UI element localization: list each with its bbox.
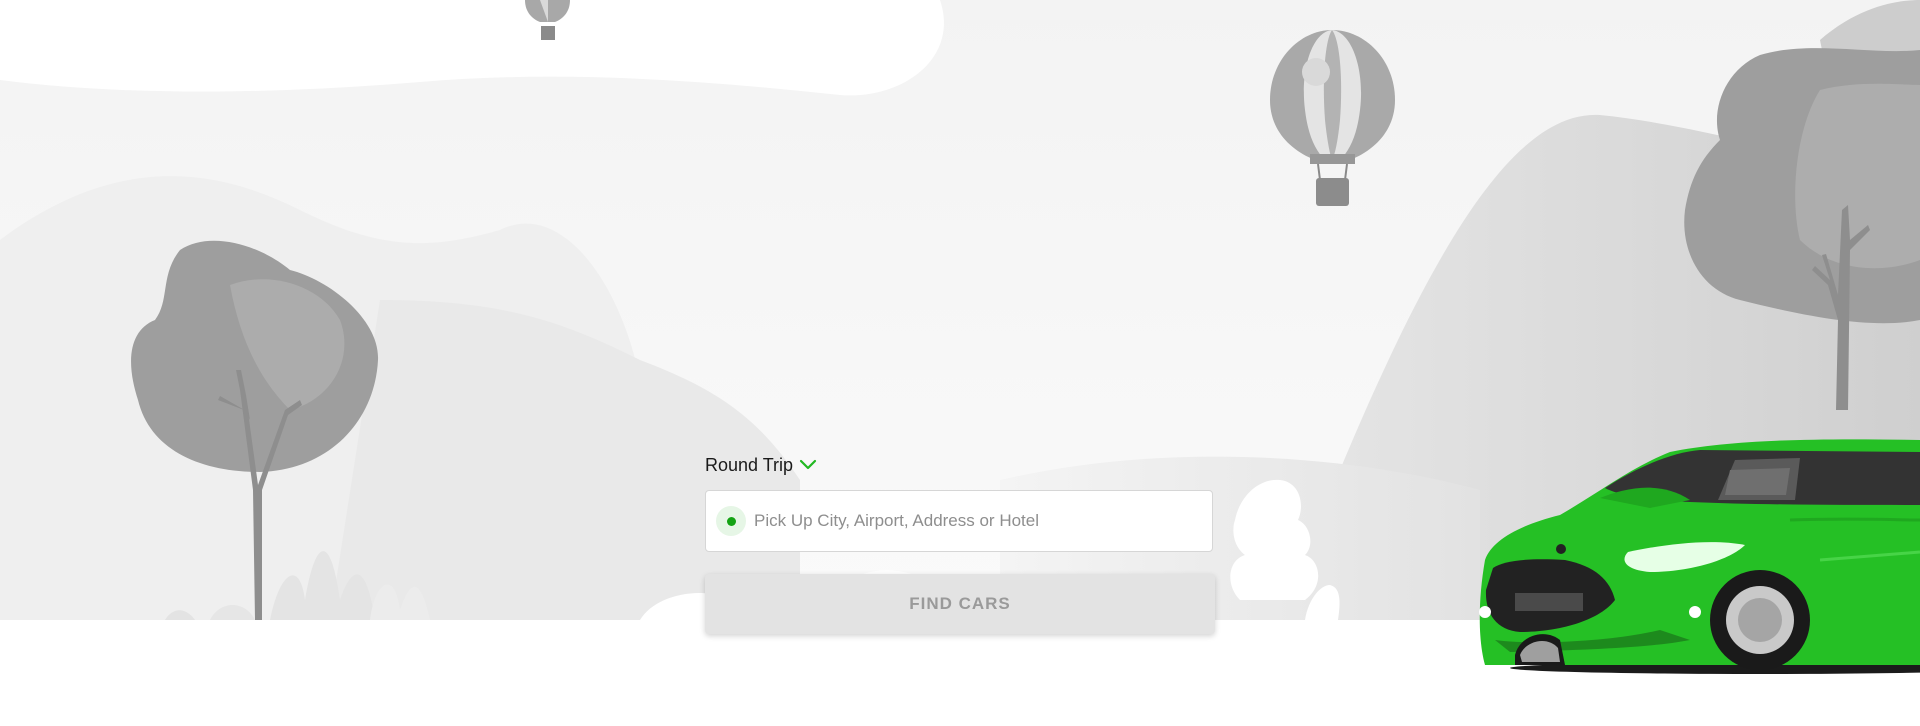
location-dot-icon — [716, 506, 746, 536]
chevron-down-icon — [799, 459, 817, 470]
trip-type-dropdown[interactable]: Round Trip — [705, 452, 817, 478]
pickup-location-input[interactable] — [752, 510, 1176, 532]
find-cars-button[interactable]: FIND CARS — [705, 574, 1215, 634]
pickup-location-field[interactable] — [705, 490, 1213, 552]
trip-type-label: Round Trip — [705, 454, 794, 475]
